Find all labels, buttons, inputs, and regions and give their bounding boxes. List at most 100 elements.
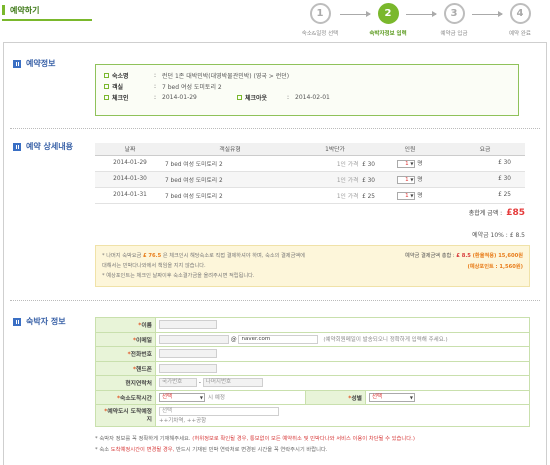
local-country-input[interactable]: 국가번호 [159, 378, 197, 388]
dates-row: 체크인 : 2014-01-29 체크아웃 : 2014-02-01 [104, 92, 510, 103]
note2-text: * 예상포인트는 체크인 날짜이후 숙소결가금을 올려주시면 적립됩니다. [102, 273, 255, 279]
arrival-hint: 시 예정 [208, 394, 225, 401]
guest-count-select[interactable]: 1 [397, 191, 416, 200]
step-2-circle: 2 [377, 3, 399, 24]
divider [10, 300, 540, 301]
col-unit: 1박단가 [295, 143, 375, 156]
detail-title: 예약 상세내용 [26, 142, 73, 151]
guest-form: *이름 *이메일 @ naver.com (예약회원메일이 발송되오니 정확하게… [95, 317, 530, 427]
pickup-hint: ++기차역, ++공항 [159, 418, 207, 424]
col-count: 인원 [375, 143, 445, 156]
checkin-key: 체크인 [112, 95, 129, 102]
step-3: 3 예약금 입금 [424, 3, 484, 37]
guest-count-select[interactable]: 1 [397, 175, 416, 184]
list-icon [13, 142, 21, 151]
lodging-value: 런던 1존 대박민박(대영박물관민박) (영국 > 런던) [162, 73, 290, 80]
row-count-unit: 명 [417, 161, 423, 168]
checkin-value: 2014-01-29 [162, 94, 197, 101]
gender-select[interactable]: 선택 [369, 392, 415, 402]
booking-info-heading: 예약정보 [13, 58, 55, 69]
note-line2-a: * 숙소 [95, 447, 110, 453]
room-key: 객실 [112, 84, 124, 91]
pickup-select[interactable]: 선택 [159, 407, 279, 416]
guest-heading: 숙박자 정보 [13, 316, 66, 327]
step-1-circle: 1 [309, 3, 331, 24]
mobile-input[interactable] [159, 363, 217, 373]
step-3-label: 예약금 입금 [440, 31, 468, 37]
col-room: 객실유형 [165, 143, 295, 156]
note-line2-c: 반드시 기재된 민박 연락처로 변경된 시간을 꼭 연락주시기 바랍니다. [176, 447, 328, 453]
name-input[interactable] [159, 320, 217, 330]
table-row: 2014-01-30 7 bed 여성 도미토리 2 1인 가격 £ 30 1 … [95, 171, 525, 188]
col-date: 날짜 [95, 143, 165, 156]
row-count-unit: 명 [417, 193, 423, 200]
lodging-row: 숙소명 : 런던 1존 대박민박(대영박물관민박) (영국 > 런던) [104, 70, 510, 81]
note1-prefix: * 나머지 숙박요금 [102, 253, 142, 259]
row-unit-price: £ 30 [362, 177, 375, 184]
arrival-row: *숙소도착시간 선택시 예정 *성별 선택 [95, 389, 530, 405]
step-2: 2 숙박자정보 입력 [358, 3, 418, 37]
name-row: *이름 [95, 317, 530, 333]
row-fee: £ 30 [445, 155, 525, 172]
step-4-label: 예약 완료 [509, 31, 531, 37]
row-room: 7 bed 여성 도미토리 2 [165, 187, 295, 204]
email-label: *이메일 [95, 331, 156, 347]
booking-info-box: 숙소명 : 런던 1존 대박민박(대영박물관민박) (영국 > 런던) 객실 :… [95, 64, 519, 116]
row-fee: £ 30 [445, 171, 525, 188]
phone-row: *전화번호 [95, 346, 530, 362]
step-4: 4 예약 완료 [490, 3, 550, 37]
local-number-input[interactable]: 나머지번호 [202, 378, 263, 388]
payment-notes: * 나머지 숙박요금 £ 76.5 은 체크인시 해당숙소로 직접 결제하셔야 … [102, 251, 307, 281]
row-date: 2014-01-31 [95, 187, 165, 204]
total-label: 총합계 금액 : [468, 210, 503, 217]
email-row: *이메일 @ naver.com (예약회원메일이 발송되오니 정확하게 입력해… [95, 331, 530, 347]
detail-header-row: 날짜 객실유형 1박단가 인원 요금 [95, 143, 525, 156]
step-3-circle: 3 [443, 3, 465, 24]
deposit-label: 예약금 10% : [472, 232, 508, 239]
deposit-amount: 예약금 10% : £ 8.5 [95, 230, 525, 239]
guest-title: 숙박자 정보 [26, 317, 66, 326]
detail-heading: 예약 상세내용 [13, 141, 73, 152]
pay-won: (환율적용) 15,600원 [472, 253, 523, 259]
pay-label: 예약금 결제금액 총합 : [404, 253, 455, 259]
row-fee: £ 25 [445, 187, 525, 204]
list-icon [13, 59, 21, 68]
row-unit-label: 1인 가격 [336, 193, 359, 200]
row-unit-label: 1인 가격 [336, 177, 359, 184]
bullet-icon [237, 95, 242, 100]
step-2-label: 숙박자정보 입력 [369, 31, 407, 37]
room-row: 객실 : 7 bed 여성 도미토리 2 [104, 81, 510, 92]
title-underline [2, 19, 92, 21]
room-value: 7 bed 여성 도미토리 2 [162, 84, 222, 91]
guest-notes: * 숙박자 정보를 꼭 정확하게 기재해주세요. (허위정보로 확인될 경우, … [95, 434, 535, 456]
mobile-row: *핸드폰 [95, 360, 530, 376]
booking-info-title: 예약정보 [26, 59, 56, 68]
row-unit-price: £ 25 [362, 193, 375, 200]
email-domain-input[interactable]: naver.com [238, 334, 319, 344]
bullet-icon [104, 95, 109, 100]
points-value: (예상포인트 : 1,560원) [467, 264, 523, 270]
note-line1-b: (허위정보로 확인될 경우, 통보없이 모든 예약취소 및 민박다나와 서비스 … [192, 436, 415, 442]
bullet-icon [104, 73, 109, 78]
note-line1-a: * 숙박자 정보를 꼭 정확하게 기재해주세요. [95, 436, 191, 442]
total-amount: 총합계 금액 : £85 [95, 208, 525, 218]
row-date: 2014-01-30 [95, 171, 165, 188]
guest-count-select[interactable]: 1 [397, 159, 416, 168]
row-unit-price: £ 30 [362, 161, 375, 168]
phone-label: *전화번호 [95, 346, 156, 362]
page-title: 예약하기 [2, 2, 39, 18]
row-room: 7 bed 여성 도미토리 2 [165, 171, 295, 188]
title-mark [2, 5, 5, 15]
phone-input[interactable] [159, 349, 217, 359]
list-icon [13, 317, 21, 326]
email-id-input[interactable] [159, 334, 229, 344]
pickup-row: *예약도시 도착예정지 선택 ++기차역, ++공항 [95, 404, 530, 427]
table-row: 2014-01-29 7 bed 여성 도미토리 2 1인 가격 £ 30 1 … [95, 155, 525, 172]
payment-summary-box: * 나머지 숙박요금 £ 76.5 은 체크인시 해당숙소로 직접 결제하셔야 … [95, 245, 530, 287]
deposit-value: £ 8.5 [509, 232, 525, 239]
table-row: 2014-01-31 7 bed 여성 도미토리 2 1인 가격 £ 25 1 … [95, 187, 525, 204]
row-count-unit: 명 [417, 177, 423, 184]
arrival-time-select[interactable]: 선택 [159, 392, 205, 402]
step-indicator: 1 숙소&일정 선택 2 숙박자정보 입력 3 예약금 입금 4 예약 완료 [290, 3, 550, 39]
total-value: £85 [506, 208, 525, 218]
